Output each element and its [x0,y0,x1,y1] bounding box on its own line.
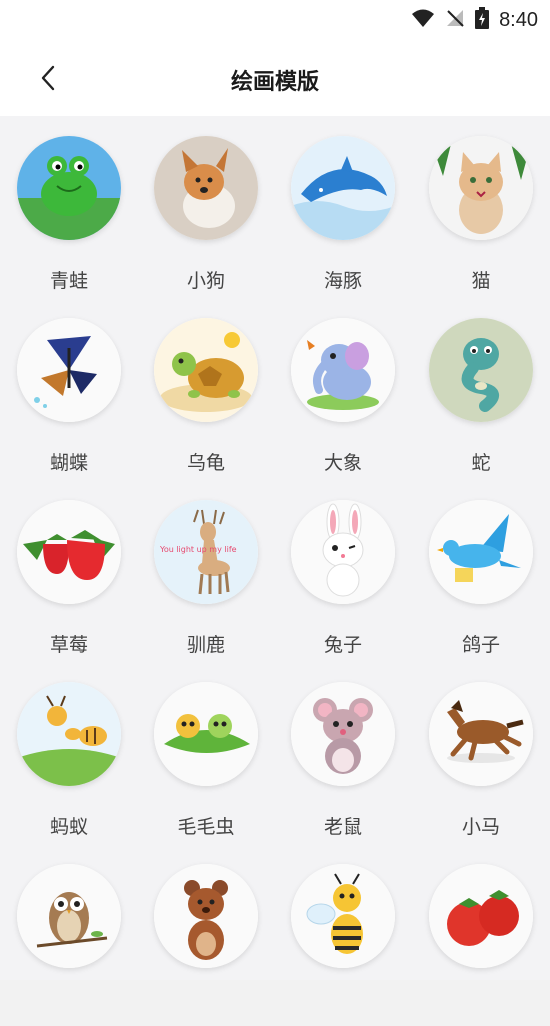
template-item-dolphin[interactable]: 海豚 [274,116,412,298]
template-label: 青蛙 [49,270,88,292]
template-item-bee[interactable] [274,844,412,1026]
bee-thumbnail [291,864,395,968]
status-bar: 8:40 [0,0,550,40]
template-item-strawberry[interactable]: 草莓 [0,480,138,662]
bear-thumbnail [154,864,258,968]
template-item-deer[interactable]: You light up my life 驯鹿 [137,480,275,662]
template-item-pigeon[interactable]: 鸽子 [412,480,550,662]
page-title: 绘画模版 [230,70,319,95]
template-grid: 青蛙 小狗 海豚 猫 蝴蝶 乌龟 大象 蛇 草莓 You light up my… [0,116,550,980]
template-label: 老鼠 [323,816,362,838]
template-label: 猫 [471,270,491,292]
template-label: 毛毛虫 [177,816,235,838]
template-label: 小马 [461,816,500,838]
strawberry-thumbnail [17,500,121,604]
rabbit-thumbnail [291,500,395,604]
turtle-thumbnail [154,318,258,422]
ant-thumbnail [17,682,121,786]
template-item-ant[interactable]: 蚂蚁 [0,662,138,844]
owl-thumbnail [17,864,121,968]
tomato-thumbnail [429,864,533,968]
cat-thumbnail [429,136,533,240]
template-item-tomato[interactable] [412,844,550,1026]
template-label: 乌龟 [186,452,225,474]
deer-caption: You light up my life [159,545,237,554]
deer-thumbnail: You light up my life [154,500,258,604]
template-item-caterpillar[interactable]: 毛毛虫 [137,662,275,844]
template-label: 鸽子 [461,634,500,656]
template-item-horse[interactable]: 小马 [412,662,550,844]
template-item-elephant[interactable]: 大象 [274,298,412,480]
template-item-turtle[interactable]: 乌龟 [137,298,275,480]
template-item-cat[interactable]: 猫 [412,116,550,298]
elephant-thumbnail [291,318,395,422]
dolphin-thumbnail [291,136,395,240]
caterpillar-thumbnail [154,682,258,786]
template-item-rabbit[interactable]: 兔子 [274,480,412,662]
template-label: 驯鹿 [186,634,225,656]
template-label: 大象 [323,452,362,474]
template-label: 小狗 [186,270,225,292]
pigeon-thumbnail [429,500,533,604]
template-label: 兔子 [323,634,362,656]
template-item-frog[interactable]: 青蛙 [0,116,138,298]
template-item-snake[interactable]: 蛇 [412,298,550,480]
frog-thumbnail [17,136,121,240]
status-time: 8:40 [499,8,538,31]
template-label: 蝴蝶 [49,452,88,474]
mouse-thumbnail [291,682,395,786]
template-label: 海豚 [323,270,362,292]
snake-thumbnail [429,318,533,422]
puppy-thumbnail [154,136,258,240]
wifi-icon [411,8,435,32]
template-item-mouse[interactable]: 老鼠 [274,662,412,844]
battery-charging-icon [475,7,490,33]
no-signal-icon [445,8,465,32]
template-label: 草莓 [49,634,88,656]
template-item-puppy[interactable]: 小狗 [137,116,275,298]
template-item-butterfly[interactable]: 蝴蝶 [0,298,138,480]
horse-thumbnail [429,682,533,786]
template-item-bear[interactable] [137,844,275,1026]
template-item-owl[interactable] [0,844,138,1026]
butterfly-thumbnail [17,318,121,422]
template-label: 蚂蚁 [49,816,88,838]
header: 绘画模版 [0,40,550,116]
template-label: 蛇 [471,452,491,474]
